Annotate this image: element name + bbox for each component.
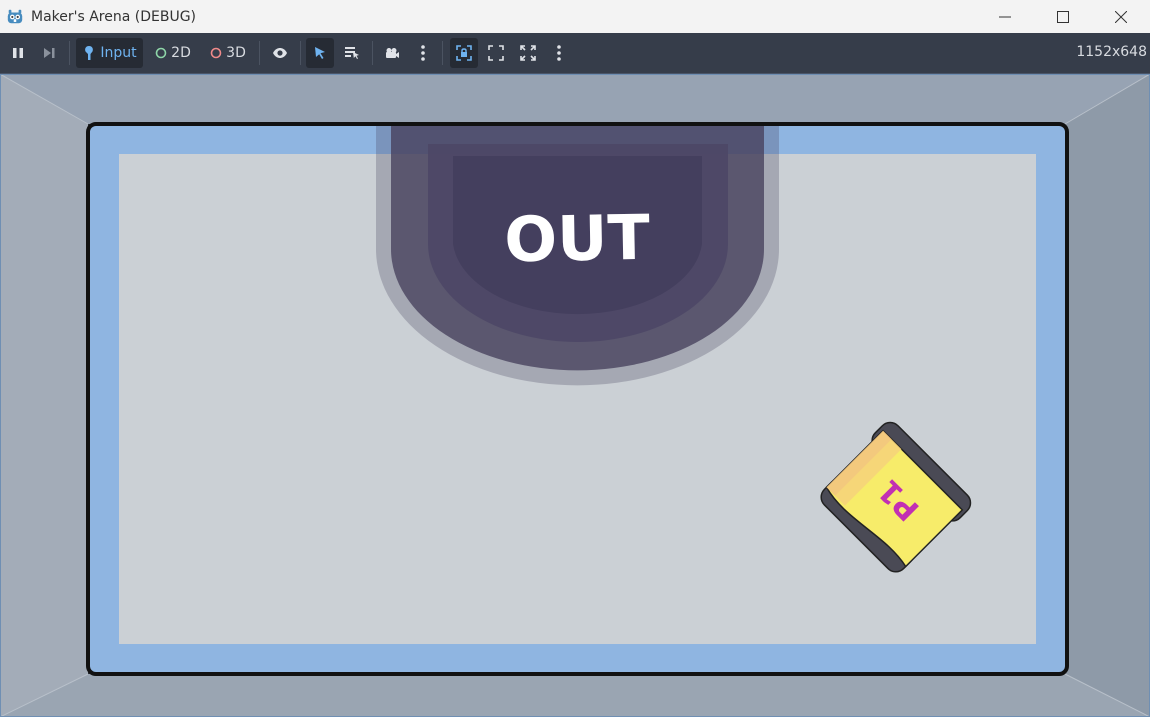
more-vertical-icon <box>557 45 561 61</box>
out-zone-label: OUT <box>504 201 651 277</box>
camera-override-button[interactable] <box>450 38 478 68</box>
input-icon <box>85 46 94 60</box>
godot-logo-icon <box>7 9 23 23</box>
circle-2d-icon <box>155 47 167 59</box>
resolution-label: 1152x648 <box>1076 44 1147 60</box>
window-title: Maker's Arena (DEBUG) <box>31 8 197 25</box>
fullscreen-icon <box>520 45 536 61</box>
camera-options-menu-button[interactable] <box>412 38 434 68</box>
input-label: Input <box>100 45 137 61</box>
eye-icon <box>273 48 287 58</box>
window-controls <box>976 0 1150 33</box>
minimize-button[interactable] <box>976 0 1034 33</box>
toolbar-separator <box>259 41 260 65</box>
view-options-menu-button[interactable] <box>548 38 570 68</box>
input-toggle-button[interactable]: Input <box>76 38 143 68</box>
pause-icon <box>13 48 23 58</box>
toolbar-separator <box>372 41 373 65</box>
camera-icon <box>386 48 399 58</box>
mode-2d-label: 2D <box>171 45 191 61</box>
mode-3d-button[interactable]: 3D <box>204 38 252 68</box>
pause-button[interactable] <box>6 38 30 68</box>
circle-3d-icon <box>210 47 222 59</box>
next-frame-button[interactable] <box>37 38 61 68</box>
visibility-button[interactable] <box>267 38 293 68</box>
select-mode-button[interactable] <box>306 38 334 68</box>
cursor-icon <box>315 47 325 59</box>
toolbar-separator <box>69 41 70 65</box>
game-viewport[interactable]: OUT P1 <box>0 74 1150 717</box>
list-select-icon <box>345 47 359 59</box>
close-button[interactable] <box>1092 0 1150 33</box>
next-frame-icon <box>44 48 55 58</box>
mode-3d-label: 3D <box>226 45 246 61</box>
window-titlebar: Maker's Arena (DEBUG) <box>0 0 1150 33</box>
fullscreen-button[interactable] <box>516 38 540 68</box>
mode-2d-button[interactable]: 2D <box>150 38 196 68</box>
toolbar-separator <box>442 41 443 65</box>
close-icon <box>1115 10 1127 23</box>
list-select-button[interactable] <box>339 38 365 68</box>
camera-override-icon <box>456 45 472 61</box>
minimize-icon <box>999 16 1011 17</box>
more-vertical-icon <box>421 45 425 61</box>
game-toolbar: Input 2D 3D 1152x648 <box>0 33 1150 74</box>
maximize-button[interactable] <box>1034 0 1092 33</box>
maximize-icon <box>1057 10 1069 23</box>
fit-view-button[interactable] <box>484 38 508 68</box>
toolbar-separator <box>300 41 301 65</box>
game-scene: OUT P1 <box>0 74 1150 717</box>
camera-button[interactable] <box>379 38 405 68</box>
fit-view-icon <box>488 45 504 61</box>
